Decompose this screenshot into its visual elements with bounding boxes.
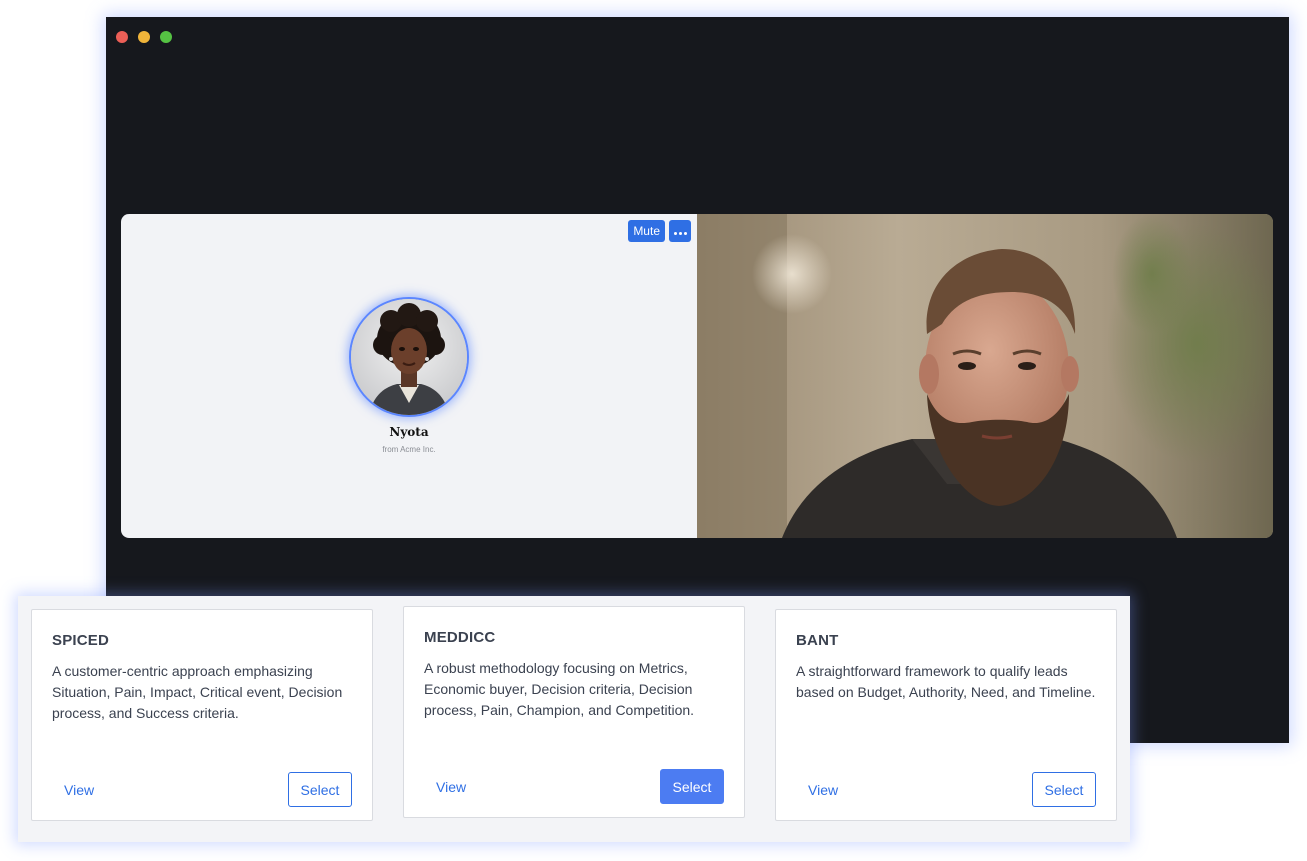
video-call: Mute Nyota from Acme Inc.	[121, 214, 1273, 538]
call-controls: Mute	[628, 220, 691, 242]
card-description: A customer-centric approach emphasizing …	[52, 663, 343, 721]
select-button[interactable]: Select	[288, 772, 352, 807]
framework-selector: SPICED A customer-centric approach empha…	[18, 596, 1130, 842]
card-description: A straightforward framework to qualify l…	[796, 663, 1096, 700]
agent-company: from Acme Inc.	[382, 445, 436, 454]
card-title: BANT	[796, 632, 839, 649]
agent-avatar	[349, 297, 469, 417]
mute-button[interactable]: Mute	[628, 220, 665, 242]
agent-portrait-image	[351, 299, 467, 415]
select-button[interactable]: Select	[1032, 772, 1096, 807]
card-description: A robust methodology focusing on Metrics…	[424, 660, 695, 718]
close-window-button[interactable]	[116, 31, 128, 43]
window-controls	[116, 31, 172, 43]
select-button[interactable]: Select	[660, 769, 724, 804]
user-video-tile	[697, 214, 1273, 538]
user-camera-feed	[697, 214, 1273, 538]
minimize-window-button[interactable]	[138, 31, 150, 43]
framework-card-bant: BANT A straightforward framework to qual…	[775, 609, 1117, 821]
card-title: SPICED	[52, 632, 110, 649]
framework-card-meddicc: MEDDICC A robust methodology focusing on…	[403, 606, 745, 818]
card-title: MEDDICC	[424, 629, 496, 646]
view-link[interactable]: View	[436, 779, 466, 795]
agent-tile: Mute Nyota from Acme Inc.	[121, 214, 697, 538]
view-link[interactable]: View	[64, 782, 94, 798]
more-options-button[interactable]	[669, 220, 691, 242]
maximize-window-button[interactable]	[160, 31, 172, 43]
agent-name: Nyota	[389, 425, 429, 439]
view-link[interactable]: View	[808, 782, 838, 798]
more-horizontal-icon	[673, 224, 688, 238]
framework-card-spiced: SPICED A customer-centric approach empha…	[31, 609, 373, 821]
